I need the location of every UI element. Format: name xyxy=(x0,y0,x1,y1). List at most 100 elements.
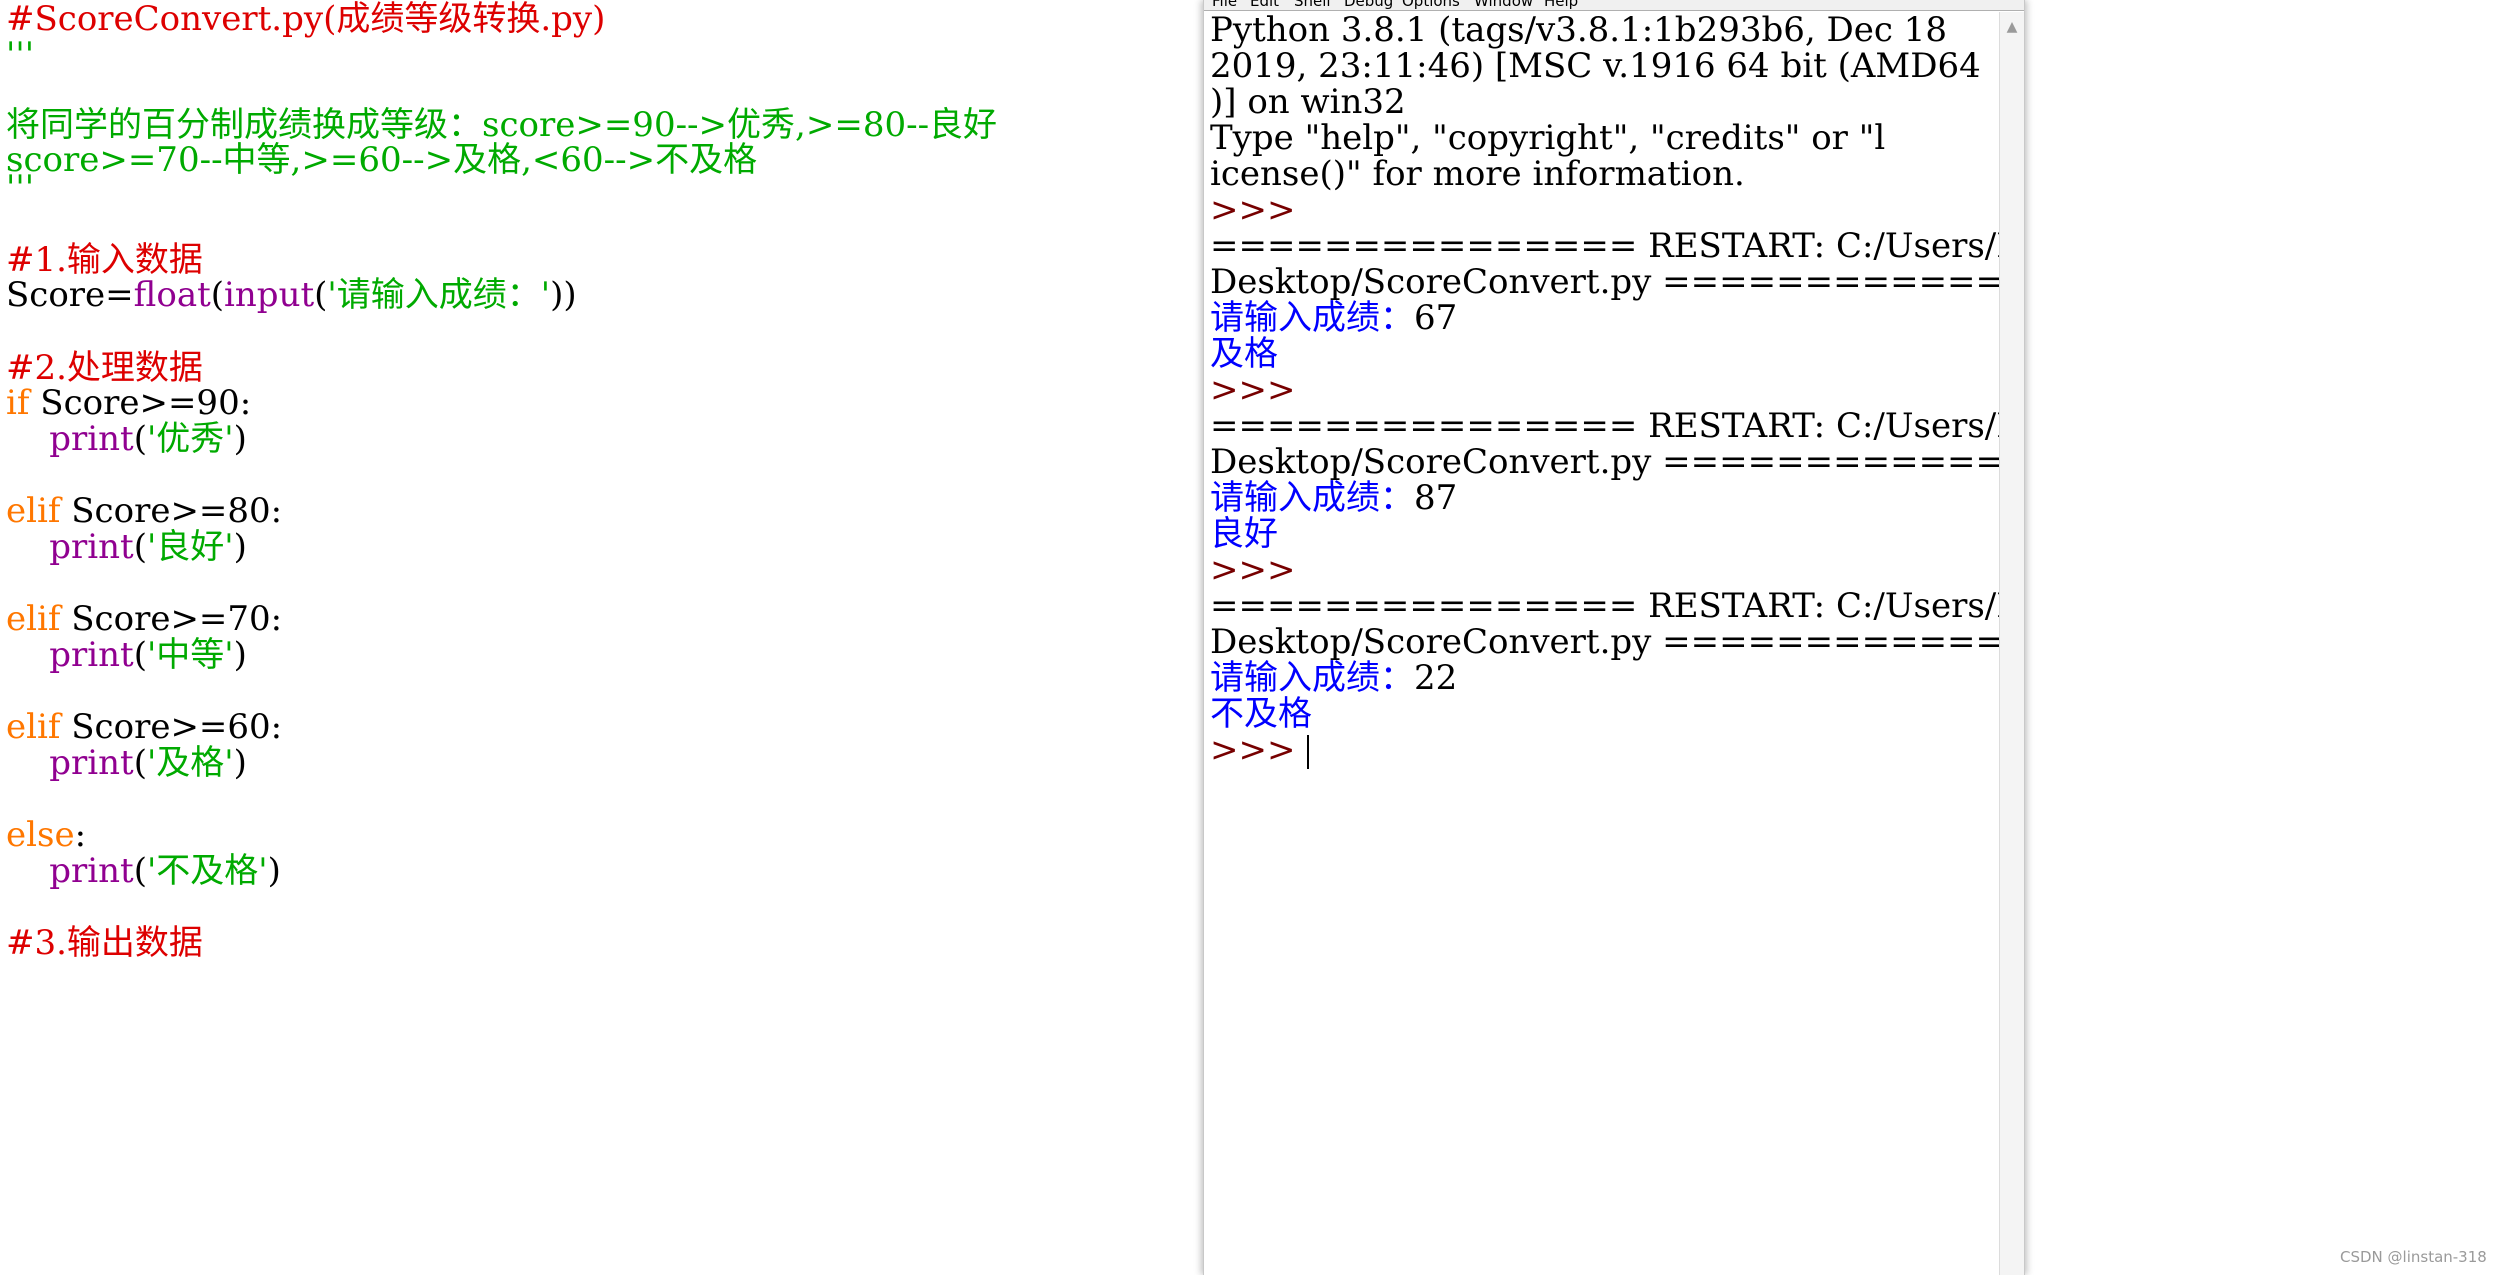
shell-line: 2019, 23:11:46) [MSC v.1916 64 bit (AMD6… xyxy=(1210,48,1981,84)
shell-line: icense()" for more information. xyxy=(1210,156,1745,192)
code-token-plain: ( xyxy=(210,275,225,315)
code-line: else: xyxy=(6,816,86,854)
shell-line: Type "help", "copyright", "credits" or "… xyxy=(1210,120,1885,156)
shell-line: )] on win32 xyxy=(1210,84,1406,120)
shell-text-output: 请输入成绩： xyxy=(1210,478,1414,518)
shell-line: =============== RESTART: C:/Users/LENOVO… xyxy=(1210,228,1999,264)
code-token-comment: #1.输入数据 xyxy=(6,240,203,280)
code-token-plain: Score>=60: xyxy=(60,707,283,747)
code-token-builtin: print xyxy=(49,743,134,783)
code-token-plain: )) xyxy=(550,275,577,315)
python-shell-window[interactable]: File Edit Shell Debug Options Window Help Pyth… xyxy=(1203,0,2025,1275)
shell-text-plain: Type "help", "copyright", "credits" or "… xyxy=(1210,118,1886,158)
code-token-plain: Score>=90: xyxy=(29,383,252,423)
code-line: Score=float(input('请输入成绩：')) xyxy=(6,276,577,314)
code-token-keyword: elif xyxy=(6,707,61,747)
code-line: elif Score>=80: xyxy=(6,492,282,530)
code-token-builtin: print xyxy=(49,851,134,891)
code-line: print('中等') xyxy=(6,636,247,674)
code-token-string: score>=70--中等,>=60-->及格,<60-->不及格 xyxy=(6,140,758,180)
code-token-builtin: print xyxy=(49,419,134,459)
code-line: print('良好') xyxy=(6,528,247,566)
shell-line: Desktop/ScoreConvert.py =============== xyxy=(1210,624,1999,660)
code-line: #ScoreConvert.py(成绩等级转换.py) xyxy=(6,0,605,38)
code-token-plain: ( xyxy=(133,419,147,459)
shell-text-output: 良好 xyxy=(1210,514,1278,554)
shell-text-plain: 22 xyxy=(1414,658,1458,698)
code-token-string: '优秀' xyxy=(146,419,234,459)
shell-prompt: >>> xyxy=(1210,370,1296,410)
menu-item-debug[interactable]: Debug xyxy=(1344,0,1393,10)
shell-line: Python 3.8.1 (tags/v3.8.1:1b293b6, Dec 1… xyxy=(1210,12,1947,48)
code-token-string: 将同学的百分制成绩换成等级：score>=90-->优秀,>=80--良好 xyxy=(6,105,998,145)
shell-text-output: 及格 xyxy=(1210,334,1278,374)
code-token-builtin: float xyxy=(133,275,211,315)
code-token-builtin: print xyxy=(49,635,134,675)
code-token-plain: ) xyxy=(233,527,247,567)
code-line: #3.输出数据 xyxy=(6,924,203,962)
shell-prompt: >>> xyxy=(1210,730,1296,770)
shell-text-plain: =============== RESTART: C:/Users/LENOVO… xyxy=(1210,226,1999,266)
shell-input-line[interactable]: >>> xyxy=(1210,730,1310,770)
code-line: #1.输入数据 xyxy=(6,241,203,279)
code-token-string: '及格' xyxy=(146,743,234,783)
shell-line: 请输入成绩：67 xyxy=(1210,300,1457,336)
code-token-plain: ) xyxy=(233,743,247,783)
shell-text-plain: Desktop/ScoreConvert.py =============== xyxy=(1210,442,1999,482)
scroll-up-arrow-icon[interactable]: ▲ xyxy=(2003,18,2021,36)
code-line: #2.处理数据 xyxy=(6,349,203,387)
shell-line: 不及格 xyxy=(1210,696,1312,732)
shell-text-plain: )] on win32 xyxy=(1210,82,1406,122)
shell-text-plain: icense()" for more information. xyxy=(1210,154,1745,194)
code-token-plain: ) xyxy=(267,851,281,891)
shell-text-plain: Desktop/ScoreConvert.py =============== xyxy=(1210,262,1999,302)
code-token-plain: ( xyxy=(314,275,328,315)
menubar-divider xyxy=(1204,10,2024,11)
code-line: elif Score>=60: xyxy=(6,708,282,746)
shell-line: >>> xyxy=(1210,552,1295,588)
code-token-keyword: elif xyxy=(6,599,61,639)
code-token-plain: : xyxy=(74,815,87,855)
code-token-plain: Score= xyxy=(6,275,134,315)
code-token-plain: ( xyxy=(133,743,147,783)
shell-text-plain: 67 xyxy=(1414,298,1458,338)
menu-item-window[interactable]: Window xyxy=(1474,0,1533,10)
shell-scrollbar[interactable]: ▲ xyxy=(1999,12,2024,1275)
shell-line: >>> xyxy=(1210,192,1295,228)
shell-text-plain: Python 3.8.1 (tags/v3.8.1:1b293b6, Dec 1… xyxy=(1210,12,1947,50)
shell-text-output: 不及格 xyxy=(1210,694,1312,734)
menu-item-edit[interactable]: Edit xyxy=(1250,0,1279,10)
code-token-string: '良好' xyxy=(146,527,234,567)
shell-line: >>> xyxy=(1210,372,1295,408)
code-line: print('及格') xyxy=(6,744,247,782)
code-line: 将同学的百分制成绩换成等级：score>=90-->优秀,>=80--良好 xyxy=(6,106,997,144)
code-line: ''' xyxy=(6,169,34,207)
shell-line: 请输入成绩：87 xyxy=(1210,480,1457,516)
shell-text-plain: =============== RESTART: C:/Users/LENOVO… xyxy=(1210,406,1999,446)
menu-item-file[interactable]: File xyxy=(1212,0,1237,10)
shell-line: Desktop/ScoreConvert.py =============== xyxy=(1210,264,1999,300)
shell-text-plain: 87 xyxy=(1414,478,1458,518)
code-editor[interactable]: #ScoreConvert.py(成绩等级转换.py) ''' 将同学的百分制成绩换… xyxy=(0,0,1200,1275)
code-token-string: ''' xyxy=(6,35,35,75)
shell-text-output: 请输入成绩： xyxy=(1210,658,1414,698)
menu-item-options[interactable]: Options xyxy=(1402,0,1460,10)
code-token-string: ''' xyxy=(6,168,35,208)
code-line: print('优秀') xyxy=(6,420,247,458)
code-token-plain: ( xyxy=(133,527,147,567)
shell-text-output: 请输入成绩： xyxy=(1210,298,1414,338)
menu-item-help[interactable]: Help xyxy=(1544,0,1578,10)
shell-prompt: >>> xyxy=(1210,190,1296,230)
shell-output-area[interactable]: Python 3.8.1 (tags/v3.8.1:1b293b6, Dec 1… xyxy=(1204,12,1999,1275)
code-token-comment: #3.输出数据 xyxy=(6,923,203,963)
menu-item-shell[interactable]: Shell xyxy=(1294,0,1331,10)
code-token-plain: ) xyxy=(233,419,247,459)
code-token-comment: #ScoreConvert.py(成绩等级转换.py) xyxy=(6,0,606,39)
code-token-builtin: input xyxy=(224,275,315,315)
code-token-keyword: elif xyxy=(6,491,61,531)
code-token-string: '中等' xyxy=(146,635,234,675)
code-line: score>=70--中等,>=60-->及格,<60-->不及格 xyxy=(6,141,757,179)
code-token-plain: Score>=80: xyxy=(60,491,283,531)
